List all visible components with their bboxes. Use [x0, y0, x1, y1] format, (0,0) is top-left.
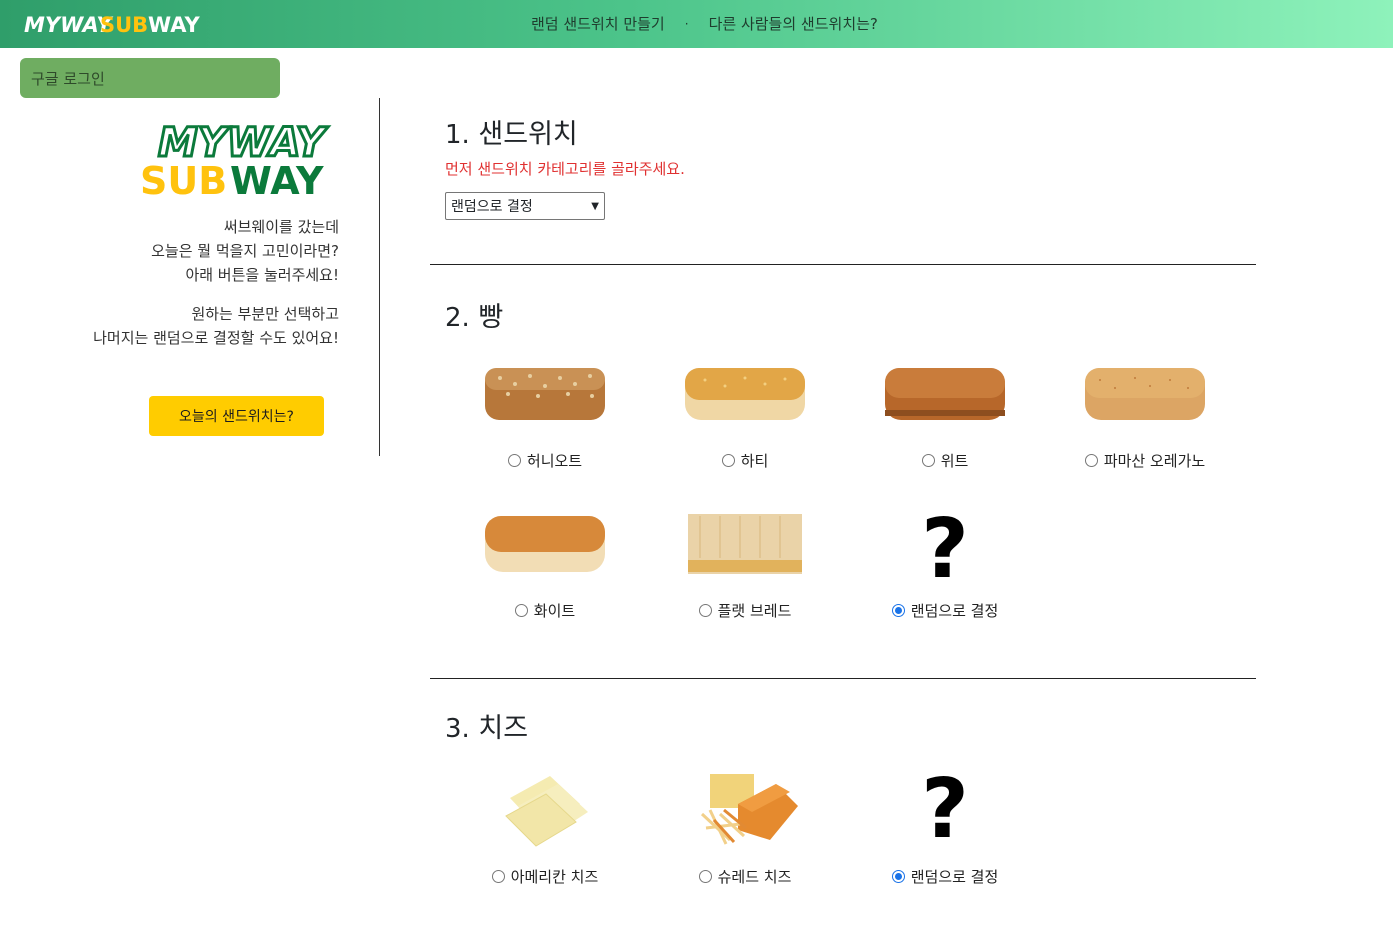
cheese-option[interactable]: 슈레드 치즈 — [645, 770, 845, 887]
option-label: 랜덤으로 결정 — [910, 602, 999, 620]
wheat-bread-icon — [880, 360, 1010, 430]
nav-others-sandwiches[interactable]: 다른 사람들의 샌드위치는? — [709, 13, 878, 34]
nav-separator: · — [684, 16, 689, 31]
bread-option[interactable]: 허니오트 — [445, 360, 645, 471]
myway-subway-big-logo-icon: MYWAY SUB WAY — [140, 119, 330, 204]
sidebar-intro: 써브웨이를 갔는데 오늘은 뭘 먹을지 고민이라면? 아래 버튼을 눌러주세요! — [20, 215, 339, 287]
option-label: 위트 — [940, 452, 969, 470]
section-divider — [430, 264, 1256, 265]
sidebar-logo-sub-text: SUB — [140, 159, 227, 198]
logo-sub-text: SUB — [100, 13, 148, 37]
top-nav-bar: MYWAY SUB WAY 랜덤 샌드위치 만들기 · 다른 사람들의 샌드위치… — [0, 0, 1393, 48]
radio-button[interactable] — [721, 454, 735, 467]
intro-line: 아래 버튼을 눌러주세요! — [185, 266, 339, 284]
bread-option[interactable]: 화이트 — [445, 510, 645, 621]
sidebar-logo-way-text: WAY — [230, 159, 324, 198]
nav-random-sandwich[interactable]: 랜덤 샌드위치 만들기 — [531, 13, 665, 34]
radio-button[interactable] — [507, 454, 521, 467]
option-label: 파마산 오레가노 — [1103, 452, 1206, 470]
bread-option[interactable]: 하티 — [645, 360, 845, 471]
white-bread-icon — [480, 510, 610, 580]
question-mark-icon: ? — [921, 762, 969, 857]
chevron-down-icon: ▼ — [591, 200, 599, 212]
section-divider — [430, 678, 1256, 679]
honey-oat-bread-icon — [480, 360, 610, 430]
sidebar-logo: MYWAY SUB WAY — [140, 116, 340, 204]
option-label: 플랫 브레드 — [717, 602, 792, 620]
radio-button[interactable] — [1084, 454, 1098, 467]
intro-line: 오늘은 뭘 먹을지 고민이라면? — [151, 242, 339, 260]
cheese-option[interactable]: 아메리칸 치즈 — [445, 770, 645, 887]
section-number: 3. — [445, 714, 470, 744]
main-nav: 랜덤 샌드위치 만들기 · 다른 사람들의 샌드위치는? — [531, 13, 878, 34]
radio-button[interactable] — [891, 604, 905, 617]
option-label: 아메리칸 치즈 — [510, 868, 599, 886]
myway-subway-logo-icon: MYWAY SUB WAY — [24, 13, 200, 37]
intro-line: 써브웨이를 갔는데 — [223, 218, 339, 236]
brand-logo[interactable]: MYWAY SUB WAY — [24, 10, 210, 38]
sidebar-divider — [379, 98, 380, 456]
section-bread-title: 2. 빵 — [445, 295, 503, 334]
radio-button[interactable] — [514, 604, 528, 617]
option-label: 하티 — [740, 452, 769, 470]
select-value: 랜덤으로 결정 — [451, 199, 533, 215]
cheese-radio-label[interactable]: 아메리칸 치즈 — [491, 866, 599, 887]
bread-radio-label[interactable]: 화이트 — [514, 600, 576, 621]
question-mark-icon: ? — [921, 502, 969, 597]
radio-button[interactable] — [698, 604, 712, 617]
parmesan-oregano-bread-icon — [1080, 360, 1210, 430]
option-label: 화이트 — [533, 602, 576, 620]
radio-button[interactable] — [921, 454, 935, 467]
section-title-text: 샌드위치 — [478, 119, 578, 150]
section-number: 1. — [445, 120, 470, 150]
option-line: 원하는 부분만 선택하고 — [191, 305, 339, 323]
section-cheese-title: 3. 치즈 — [445, 706, 528, 745]
bread-radio-label[interactable]: 위트 — [921, 450, 969, 471]
cheese-radio-label[interactable]: 랜덤으로 결정 — [891, 866, 999, 887]
option-label: 슈레드 치즈 — [717, 868, 792, 886]
bread-radio-label[interactable]: 하티 — [721, 450, 769, 471]
flat-bread-icon — [680, 510, 810, 580]
bread-radio-label[interactable]: 플랫 브레드 — [698, 600, 792, 621]
section-number: 2. — [445, 303, 470, 333]
section-title-text: 치즈 — [478, 713, 529, 744]
radio-button[interactable] — [891, 870, 905, 883]
cheese-option[interactable]: ? 랜덤으로 결정 — [845, 762, 1045, 887]
google-login-button[interactable]: 구글 로그인 — [20, 58, 280, 98]
cheese-radio-label[interactable]: 슈레드 치즈 — [698, 866, 792, 887]
bread-radio-label[interactable]: 허니오트 — [507, 450, 583, 471]
today-sandwich-button[interactable]: 오늘의 샌드위치는? — [149, 396, 324, 436]
hearty-bread-icon — [680, 360, 810, 430]
option-label: 허니오트 — [526, 452, 583, 470]
section-sandwich-title: 1. 샌드위치 — [445, 112, 578, 151]
option-line: 나머지는 랜덤으로 결정할 수도 있어요! — [93, 329, 339, 347]
sidebar-option-text: 원하는 부분만 선택하고 나머지는 랜덤으로 결정할 수도 있어요! — [20, 302, 339, 350]
bread-option[interactable]: ? 랜덤으로 결정 — [845, 502, 1045, 621]
bread-radio-label[interactable]: 파마산 오레가노 — [1084, 450, 1206, 471]
shredded-cheese-icon — [680, 770, 810, 850]
category-hint: 먼저 샌드위치 카테고리를 골라주세요. — [445, 160, 685, 178]
radio-button[interactable] — [491, 870, 505, 883]
radio-button[interactable] — [698, 870, 712, 883]
bread-option[interactable]: 파마산 오레가노 — [1045, 360, 1245, 471]
section-title-text: 빵 — [478, 302, 504, 333]
bread-radio-label[interactable]: 랜덤으로 결정 — [891, 600, 999, 621]
bread-option[interactable]: 위트 — [845, 360, 1045, 471]
option-label: 랜덤으로 결정 — [910, 868, 999, 886]
bread-option[interactable]: 플랫 브레드 — [645, 510, 845, 621]
logo-way-text: WAY — [148, 13, 200, 37]
american-cheese-icon — [480, 770, 610, 850]
sandwich-category-select[interactable]: 랜덤으로 결정 ▼ — [445, 192, 605, 220]
